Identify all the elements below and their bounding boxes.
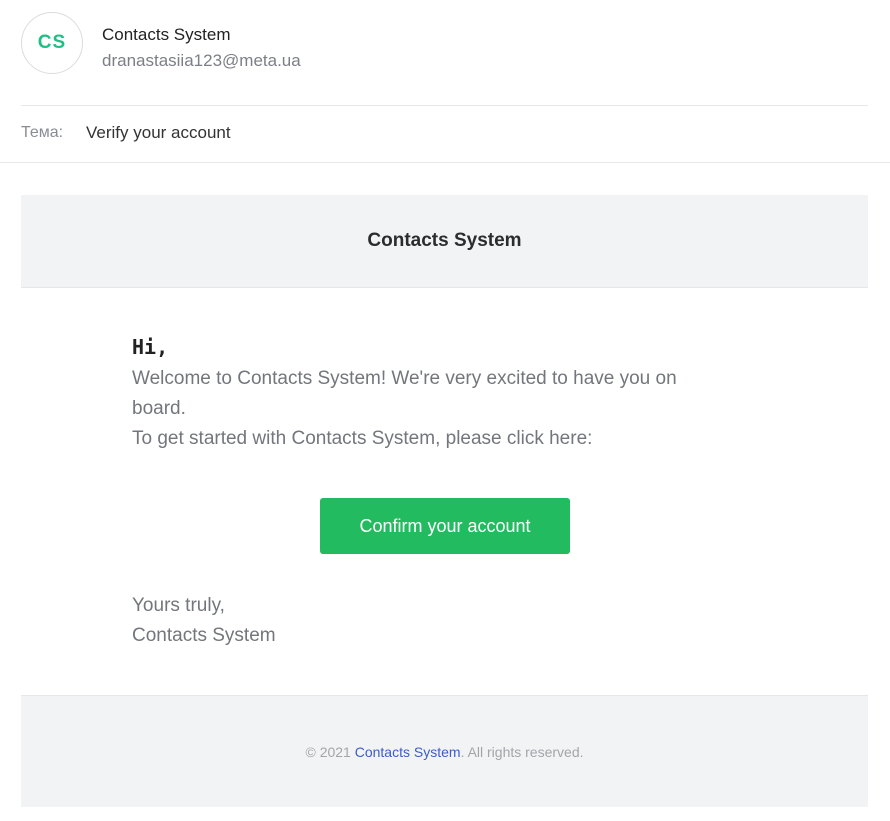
- greeting: Hi,: [132, 335, 169, 359]
- subject-row: Тема: Verify your account: [21, 106, 868, 162]
- instruction-paragraph: To get started with Contacts System, ple…: [132, 428, 593, 449]
- avatar-initials: CS: [37, 32, 67, 53]
- email-banner: Contacts System: [21, 195, 868, 288]
- sender-name: Contacts System: [102, 25, 231, 44]
- subject-divider: [0, 162, 890, 163]
- footer-suffix: . All rights reserved.: [460, 743, 584, 760]
- footer-company-link[interactable]: Contacts System: [355, 744, 461, 760]
- signoff: Yours truly, Contacts System: [132, 591, 276, 651]
- subject-label: Тема:: [21, 124, 64, 141]
- signoff-line-1: Yours truly,: [132, 595, 225, 616]
- footer-prefix: © 2021: [305, 743, 355, 760]
- subject-value: Verify your account: [86, 123, 231, 142]
- email-body: Hi, Welcome to Contacts System! We're ve…: [132, 330, 732, 454]
- email-banner-title: Contacts System: [367, 230, 522, 251]
- email-footer: © 2021 Contacts System. All rights reser…: [21, 695, 868, 807]
- footer-copyright: © 2021 Contacts System. All rights reser…: [305, 744, 583, 760]
- sender-avatar: CS: [21, 12, 83, 74]
- confirm-account-button[interactable]: Confirm your account: [320, 498, 570, 554]
- welcome-paragraph: Welcome to Contacts System! We're very e…: [132, 368, 677, 419]
- message-header: CS Contacts System dranastasiia123@meta.…: [0, 0, 890, 106]
- sender-email[interactable]: dranastasiia123@meta.ua: [102, 51, 301, 71]
- signoff-line-2: Contacts System: [132, 625, 276, 646]
- confirm-button-wrapper: Confirm your account: [320, 498, 570, 554]
